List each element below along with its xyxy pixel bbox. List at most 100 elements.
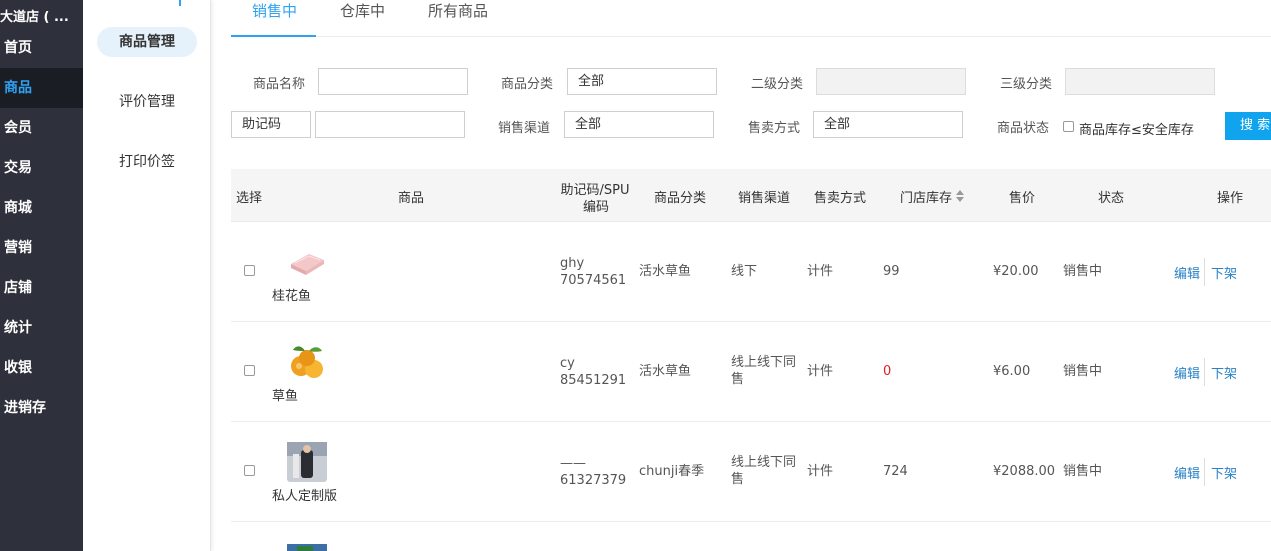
product-name[interactable]: 草鱼 xyxy=(272,385,298,404)
header-code-line2: 编码 xyxy=(583,200,610,215)
row-code2: 85451291 xyxy=(560,373,627,388)
status-label: 商品状态 xyxy=(997,121,1050,136)
off-shelf-link[interactable]: 下架 xyxy=(1211,263,1237,282)
tab-in-warehouse[interactable]: 仓库中 xyxy=(340,0,385,37)
category-label: 商品分类 xyxy=(501,77,554,92)
nav-item-cashier[interactable]: 收银 xyxy=(0,348,83,388)
row-status: 销售中 xyxy=(1063,464,1103,479)
level3-category-select[interactable] xyxy=(1065,68,1215,95)
mnemonic-type-select[interactable]: 助记码 xyxy=(231,111,311,138)
store-name[interactable]: 大道店 ( ... xyxy=(0,0,83,28)
sort-icon[interactable] xyxy=(955,189,965,203)
nav-item-stats[interactable]: 统计 xyxy=(0,308,83,348)
row-channel: 线下 xyxy=(731,264,758,279)
row-channel: 线上线下同 xyxy=(731,355,797,370)
level2-category-label: 二级分类 xyxy=(751,77,804,92)
status-tabs: 销售中 仓库中 所有商品 xyxy=(231,0,1271,37)
sale-mode-label: 售卖方式 xyxy=(748,121,801,136)
main-nav: 大道店 ( ... 首页 商品 会员 交易 商城 营销 店铺 统计 收银 进销存 xyxy=(0,0,83,551)
subnav-item-review-management[interactable]: 评价管理 xyxy=(97,87,197,117)
nav-item-products[interactable]: 商品 xyxy=(0,68,83,108)
nav-item-marketing[interactable]: 营销 xyxy=(0,228,83,268)
row-checkbox[interactable] xyxy=(244,265,255,276)
nav-item-mall[interactable]: 商城 xyxy=(0,188,83,228)
row-stock: 724 xyxy=(883,464,908,479)
row-price: ¥6.00 xyxy=(993,364,1031,379)
low-stock-label: 商品库存≤安全库存 xyxy=(1079,123,1194,138)
subnav-indicator xyxy=(179,0,181,6)
mnemonic-input[interactable] xyxy=(315,111,465,138)
off-shelf-link[interactable]: 下架 xyxy=(1211,463,1237,482)
table-row: 私人定制版 —— 61327379 chunji春季 线上线下同 售 计件 72… xyxy=(231,422,1271,522)
category-select[interactable]: 全部 xyxy=(567,68,717,95)
row-code2: 61327379 xyxy=(560,473,627,488)
row-checkbox[interactable] xyxy=(244,365,255,376)
search-button[interactable]: 搜 索 xyxy=(1225,112,1271,140)
nav-item-trade[interactable]: 交易 xyxy=(0,148,83,188)
subnav-item-product-management[interactable]: 商品管理 xyxy=(97,27,197,57)
edit-link[interactable]: 编辑 xyxy=(1174,463,1200,482)
table-row: 桂花鱼 ghy 70574561 活水草鱼 线下 计件 99 ¥20.00 销售… xyxy=(231,222,1271,322)
row-channel-cont: 售 xyxy=(731,372,745,387)
header-category: 商品分类 xyxy=(654,191,707,206)
row-stock: 0 xyxy=(883,364,892,379)
header-channel: 销售渠道 xyxy=(738,191,791,206)
row-price: ¥20.00 xyxy=(993,264,1039,279)
nav-item-inventory[interactable]: 进销存 xyxy=(0,388,83,428)
header-select: 选择 xyxy=(236,191,263,206)
header-product: 商品 xyxy=(398,191,425,206)
header-stock[interactable]: 门店库存 xyxy=(900,187,952,206)
product-thumbnail[interactable] xyxy=(287,442,327,482)
row-sale-mode: 计件 xyxy=(807,264,834,279)
row-category: 活水草鱼 xyxy=(639,364,692,379)
header-sale-mode: 售卖方式 xyxy=(814,191,867,206)
table-header: 选择 商品 助记码/SPU 编码 商品分类 销售渠道 售卖方式 门店库存 售价 … xyxy=(231,169,1271,222)
row-status: 销售中 xyxy=(1063,364,1103,379)
action-divider xyxy=(1204,358,1205,386)
header-price: 售价 xyxy=(1009,191,1036,206)
row-code1: —— xyxy=(560,456,586,471)
sale-mode-select[interactable]: 全部 xyxy=(813,111,963,138)
row-channel: 线上线下同 xyxy=(731,455,797,470)
product-thumbnail[interactable] xyxy=(287,242,327,282)
sub-nav: 商品管理 评价管理 打印价签 xyxy=(83,0,211,551)
row-category: 活水草鱼 xyxy=(639,264,692,279)
channel-label: 销售渠道 xyxy=(498,121,551,136)
row-category: chunji春季 xyxy=(639,464,705,479)
subnav-item-print-price-tag[interactable]: 打印价签 xyxy=(97,147,197,177)
main-content: 销售中 仓库中 所有商品 商品名称 商品分类 全部 二级分类 三级分类 助记码 … xyxy=(231,0,1271,551)
row-code1: ghy xyxy=(560,256,585,271)
row-sale-mode: 计件 xyxy=(807,464,834,479)
level2-category-select[interactable] xyxy=(816,68,966,95)
edit-link[interactable]: 编辑 xyxy=(1174,263,1200,282)
header-actions: 操作 xyxy=(1217,191,1244,206)
action-divider xyxy=(1204,258,1205,286)
nav-item-shop[interactable]: 店铺 xyxy=(0,268,83,308)
header-status: 状态 xyxy=(1098,191,1125,206)
product-name[interactable]: 桂花鱼 xyxy=(272,285,311,304)
nav-item-members[interactable]: 会员 xyxy=(0,108,83,148)
channel-select[interactable]: 全部 xyxy=(564,111,714,138)
product-thumbnail[interactable] xyxy=(287,342,327,382)
row-channel-cont: 售 xyxy=(731,472,745,487)
off-shelf-link[interactable]: 下架 xyxy=(1211,363,1237,382)
row-status: 销售中 xyxy=(1063,264,1103,279)
row-sale-mode: 计件 xyxy=(807,364,834,379)
table-row: 草鱼 cy 85451291 活水草鱼 线上线下同 售 计件 0 ¥6.00 销… xyxy=(231,322,1271,422)
product-name[interactable]: 私人定制版 xyxy=(272,485,337,504)
row-checkbox[interactable] xyxy=(244,465,255,476)
level3-category-label: 三级分类 xyxy=(1000,77,1053,92)
action-divider xyxy=(1204,458,1205,486)
row-code1: cy xyxy=(560,356,575,371)
edit-link[interactable]: 编辑 xyxy=(1174,363,1200,382)
product-name-input[interactable] xyxy=(318,68,468,95)
row-stock: 99 xyxy=(883,264,900,279)
product-name-label: 商品名称 xyxy=(253,77,306,92)
low-stock-checkbox[interactable] xyxy=(1063,121,1074,132)
tab-on-sale[interactable]: 销售中 xyxy=(231,0,316,37)
tab-all-products[interactable]: 所有商品 xyxy=(428,0,488,37)
product-thumbnail[interactable] xyxy=(287,542,327,551)
row-code2: 70574561 xyxy=(560,273,627,288)
row-price: ¥2088.00 xyxy=(993,464,1056,479)
nav-item-home[interactable]: 首页 xyxy=(0,28,83,68)
